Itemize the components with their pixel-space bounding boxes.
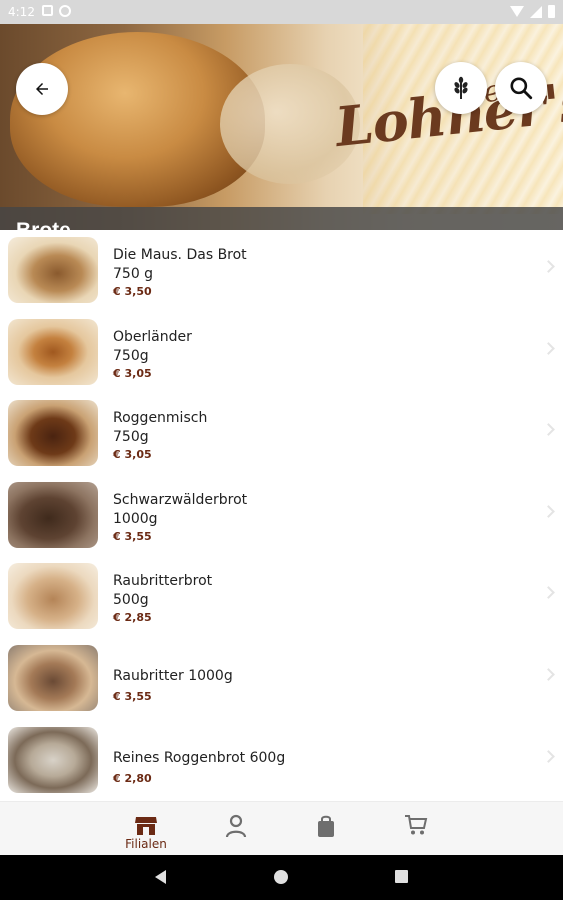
product-weight: 750g [113, 429, 149, 446]
nav-cart[interactable] [386, 802, 446, 856]
sync-icon [59, 5, 71, 17]
allergen-filter-button[interactable] [435, 62, 487, 114]
chevron-right-icon [542, 586, 555, 600]
notification-icon [42, 5, 53, 16]
system-home-icon[interactable] [274, 870, 288, 884]
product-image [8, 318, 98, 385]
arrow-back-icon [36, 83, 48, 95]
product-row[interactable]: Roggenmisch 750g € 3,05 [0, 393, 563, 475]
product-row[interactable]: Oberländer 750g € 3,05 [0, 312, 563, 394]
product-price: € 3,05 [113, 448, 152, 462]
chevron-right-icon [542, 341, 555, 355]
product-name: Oberländer [113, 328, 192, 345]
chevron-right-icon [542, 668, 555, 681]
header-banner: Die Lohner's Brote [0, 24, 563, 230]
bottom-navigation: Filialen [0, 801, 563, 855]
product-price: € 3,55 [113, 529, 152, 543]
product-row[interactable]: Reines Roggenbrot 600g € 2,80 [0, 720, 563, 802]
product-price: € 2,80 [113, 771, 152, 785]
wifi-icon [510, 6, 524, 17]
status-bar: 4:12 [0, 0, 563, 24]
chevron-right-icon [542, 423, 555, 437]
chevron-right-icon [542, 749, 555, 763]
product-name: Raubritterbrot [113, 573, 213, 590]
product-image [8, 400, 98, 467]
product-weight: 1000g [113, 510, 158, 527]
product-image [8, 644, 98, 711]
nav-orders[interactable] [296, 802, 356, 856]
product-row[interactable]: Die Maus. Das Brot 750 g € 3,50 [0, 230, 563, 312]
product-price: € 3,50 [113, 285, 152, 298]
system-recents-icon[interactable] [395, 870, 408, 883]
category-title-bar: Brote [0, 207, 563, 230]
product-name: Die Maus. Das Brot [113, 247, 247, 263]
product-name: Reines Roggenbrot 600g [113, 749, 286, 766]
nav-filialen[interactable]: Filialen [116, 802, 176, 856]
product-list: Die Maus. Das Brot 750 g € 3,50 Oberländ… [0, 230, 563, 801]
product-image [8, 726, 98, 793]
product-image [8, 563, 98, 630]
wheat-icon [454, 76, 468, 99]
product-weight: 750g [113, 347, 149, 364]
signal-icon [530, 5, 542, 18]
status-time: 4:12 [8, 5, 35, 19]
notification-icons [42, 5, 71, 17]
product-row[interactable]: Raubritter 1000g € 3,55 [0, 638, 563, 720]
store-icon [135, 817, 157, 835]
nav-filialen-label: Filialen [125, 837, 167, 851]
product-price: € 3,55 [113, 689, 152, 703]
product-name: Roggenmisch [113, 410, 208, 427]
search-button[interactable] [495, 62, 547, 114]
nav-profile[interactable] [206, 802, 266, 856]
product-image [8, 237, 98, 303]
person-icon [225, 814, 247, 838]
chevron-right-icon [542, 504, 555, 518]
product-name: Schwarzwälderbrot [113, 491, 248, 508]
page-title: Brote [16, 219, 71, 230]
search-icon [510, 77, 533, 100]
product-row[interactable]: Raubritterbrot 500g € 2,85 [0, 556, 563, 638]
product-row[interactable]: Schwarzwälderbrot 1000g € 3,55 [0, 475, 563, 557]
system-status-icons [510, 5, 555, 18]
product-weight: 750 g [113, 266, 154, 282]
back-button[interactable] [16, 63, 68, 115]
app-root: 4:12 Die Lohner's [0, 0, 563, 900]
cart-icon [405, 815, 428, 835]
product-weight: 500g [113, 592, 149, 609]
product-price: € 2,85 [113, 611, 152, 625]
battery-icon [548, 5, 555, 18]
product-name: Raubritter 1000g [113, 667, 233, 684]
product-price: € 3,05 [113, 366, 152, 380]
bag-icon [318, 815, 334, 837]
product-image [8, 481, 98, 548]
chevron-right-icon [542, 260, 555, 273]
system-back-icon[interactable] [155, 870, 166, 884]
system-navigation-bar [0, 855, 563, 900]
